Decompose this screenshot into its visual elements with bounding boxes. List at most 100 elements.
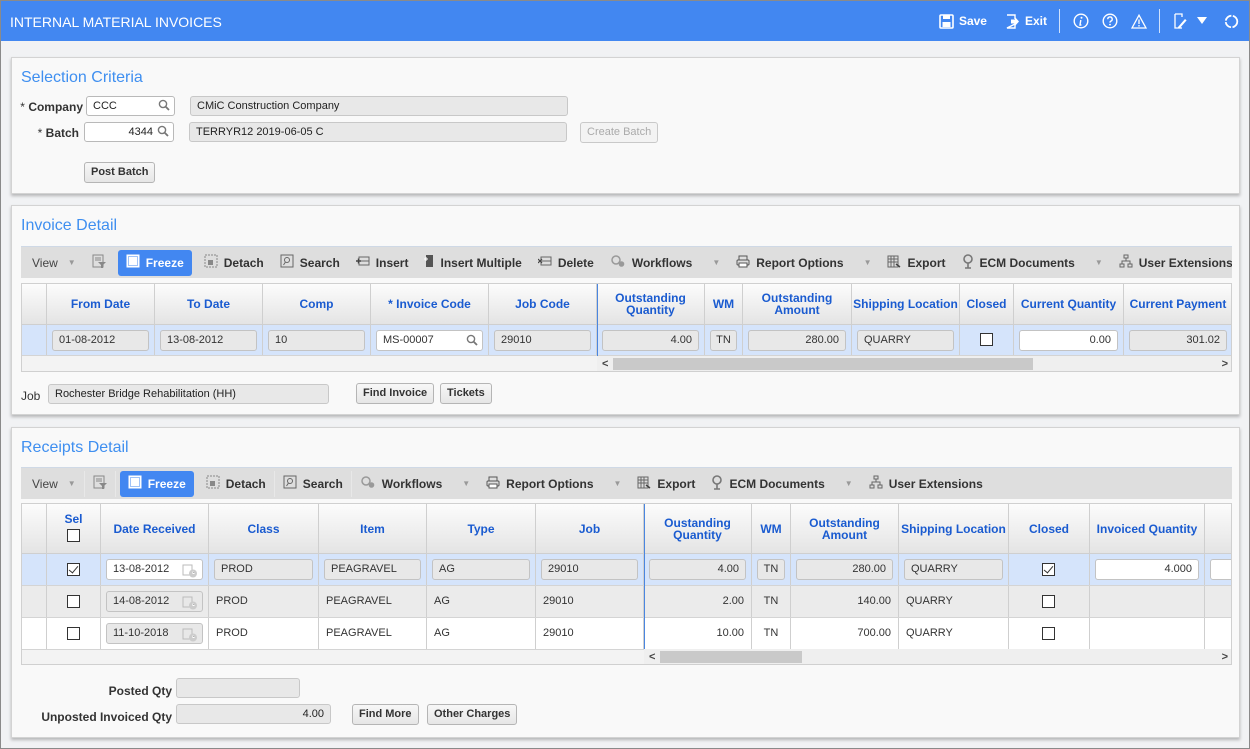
closed-checkbox[interactable] [1042,594,1055,608]
col-invoiced-quantity[interactable]: Invoiced Quantity [1090,504,1205,553]
table-row[interactable]: 13-08-2012 PROD PEAGRAVEL AG 29010 4.00 … [22,554,1231,586]
scroll-right-icon[interactable]: > [1222,649,1228,664]
col-outstanding-quantity[interactable]: Oustanding Quantity [644,504,752,553]
export-button[interactable]: Export [879,250,953,276]
calendar-icon[interactable] [182,628,198,643]
col-sel[interactable]: Sel [47,504,101,553]
invoice-code-input[interactable]: MS-00007 [376,330,483,351]
closed-checkbox[interactable] [979,333,993,346]
workflows-menu[interactable]: Workflows ▼ [352,471,478,497]
search-button[interactable]: Search [272,250,348,276]
refresh-icon[interactable] [1224,14,1239,29]
ecm-documents-menu[interactable]: ECM Documents ▼ [954,250,1111,276]
batch-input[interactable]: 4344 [84,122,174,142]
view-menu[interactable]: View ▼ [21,250,84,276]
dropdown-icon[interactable] [1197,17,1207,25]
horizontal-scrollbar[interactable]: < > [597,356,1231,371]
ecm-documents-menu[interactable]: ECM Documents ▼ [703,471,860,497]
search-icon[interactable] [157,125,169,141]
search-icon[interactable] [466,334,478,350]
detach-button[interactable]: Detach [198,471,274,497]
export-button[interactable]: Export [629,471,703,497]
outstanding-amount-field: 280.00 [748,330,846,351]
col-current-payment[interactable]: Current Payment [1124,284,1231,324]
date-received-input[interactable]: 11-10-2018 [106,623,203,644]
report-options-menu[interactable]: Report Options ▼ [478,471,629,497]
save-button[interactable]: Save [939,13,987,29]
col-outstanding-amount[interactable]: Outstanding Amount [743,284,852,324]
date-received-input[interactable]: 14-08-2012 [106,591,203,612]
scrollbar-thumb[interactable] [613,358,1033,370]
search-icon[interactable] [158,99,170,115]
scroll-right-icon[interactable]: > [1222,356,1228,371]
detach-button[interactable]: Detach [196,250,272,276]
other-charges-button[interactable]: Other Charges [427,704,518,725]
create-batch-button[interactable]: Create Batch [580,122,659,143]
overflow-input[interactable] [1210,559,1231,580]
workflows-menu[interactable]: Workflows ▼ [602,250,728,276]
col-outstanding-quantity[interactable]: Outstanding Quantity [597,284,705,324]
calendar-icon[interactable] [182,564,198,579]
select-row-checkbox[interactable] [66,626,80,640]
table-row[interactable]: 11-10-2018 PROD PEAGRAVEL AG 29010 10.00… [22,618,1231,650]
insert-button[interactable]: Insert [348,250,417,276]
col-to-date[interactable]: To Date [155,284,263,324]
col-date-received[interactable]: Date Received [101,504,209,553]
sel-cell [47,618,101,649]
col-wm[interactable]: WM [705,284,743,324]
scroll-left-icon[interactable]: < [602,356,608,371]
col-from-date[interactable]: From Date [47,284,155,324]
select-row-checkbox[interactable] [66,594,80,608]
exit-button[interactable]: Exit [1005,13,1047,29]
view-menu[interactable]: View ▼ [21,471,84,497]
scrollbar-thumb[interactable] [660,651,802,663]
col-invoice-code[interactable]: * Invoice Code [371,284,489,324]
find-more-button[interactable]: Find More [352,704,419,725]
col-job-code[interactable]: Job Code [489,284,597,324]
table-row[interactable]: 01-08-2012 13-08-2012 10 MS-00007 29010 … [22,325,1231,356]
delete-button[interactable]: Delete [530,250,602,276]
tickets-button[interactable]: Tickets [440,383,492,404]
col-wm[interactable]: WM [752,504,791,553]
calendar-icon[interactable] [182,596,198,611]
col-closed[interactable]: Closed [960,284,1014,324]
closed-checkbox[interactable] [1042,626,1055,640]
post-batch-button[interactable]: Post Batch [84,162,156,183]
col-comp[interactable]: Comp [263,284,371,324]
col-item[interactable]: Item [319,504,427,553]
horizontal-scrollbar[interactable]: < > [644,649,1231,664]
report-options-menu[interactable]: Report Options ▼ [728,250,879,276]
current-quantity-input[interactable]: 0.00 [1019,330,1118,351]
col-shipping-location[interactable]: Shipping Location [852,284,960,324]
search-button[interactable]: Search [275,471,351,497]
select-row-checkbox[interactable] [66,562,80,576]
insert-multiple-button[interactable]: Insert Multiple [416,250,529,276]
user-extensions-button[interactable]: User Extensions [861,471,991,497]
user-extensions-button[interactable]: User Extensions [1111,250,1232,276]
col-current-quantity[interactable]: Current Quantity [1014,284,1124,324]
freeze-button[interactable]: Freeze [119,470,194,497]
query-filter-button[interactable] [85,471,115,497]
date-received-input[interactable]: 13-08-2012 [106,559,203,580]
closed-checkbox[interactable] [1042,562,1055,576]
invoiced-quantity-input[interactable]: 4.000 [1095,559,1199,580]
help-icon[interactable] [1102,13,1118,29]
col-outstanding-amount[interactable]: Outstanding Amount [791,504,899,553]
select-all-checkbox[interactable] [67,529,80,542]
info-icon[interactable] [1073,13,1089,29]
query-filter-button[interactable] [84,250,114,276]
freeze-button[interactable]: Freeze [117,249,192,276]
col-job[interactable]: Job [536,504,644,553]
warning-icon[interactable] [1131,13,1147,29]
find-invoice-button[interactable]: Find Invoice [356,383,435,404]
col-class[interactable]: Class [209,504,319,553]
edit-icon[interactable] [1173,13,1188,29]
save-icon [939,13,954,29]
col-shipping-location[interactable]: Shipping Location [899,504,1009,553]
col-closed[interactable]: Closed [1009,504,1090,553]
table-row[interactable]: 14-08-2012 PROD PEAGRAVEL AG 29010 2.00 … [22,586,1231,618]
col-type[interactable]: Type [427,504,536,553]
company-input[interactable]: CCC [86,96,175,116]
header-divider [1059,9,1060,33]
scroll-left-icon[interactable]: < [649,649,655,664]
